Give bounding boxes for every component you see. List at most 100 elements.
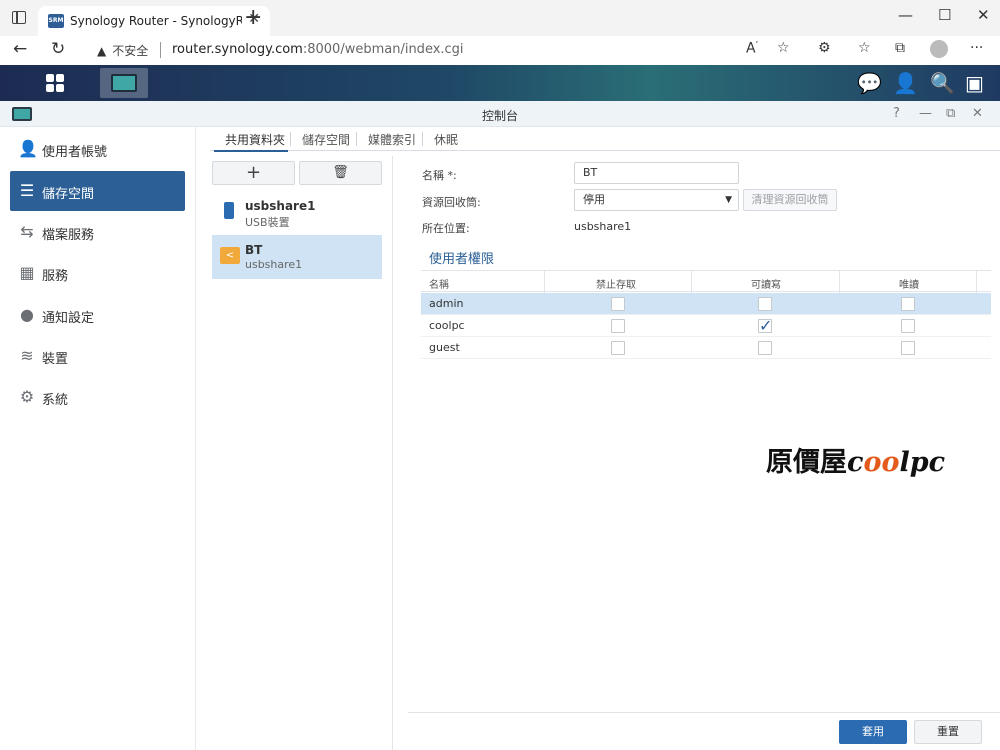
warning-icon: ▲ — [97, 44, 107, 58]
read-only-checkbox[interactable] — [901, 297, 915, 311]
sidebar-item-user-accounts[interactable]: 👤 使用者帳號 — [10, 129, 185, 169]
sidebar-item-system[interactable]: ⚙ 系統 — [10, 377, 185, 417]
sidebar-item-storage[interactable]: ☰ 儲存空間 — [10, 171, 185, 211]
sidebar-item-label: 儲存空間 — [42, 187, 95, 202]
security-label: 不安全 — [112, 44, 149, 58]
column-header-read-write[interactable]: 可讀寫 — [751, 276, 781, 291]
search-icon[interactable]: 🔍 — [930, 72, 955, 94]
favorite-add-icon[interactable]: ☆ — [777, 40, 790, 56]
refresh-icon[interactable]: ↻ — [51, 39, 65, 59]
router-icon: ≋ — [20, 346, 34, 365]
user-icon: 👤 — [18, 139, 38, 158]
sidebar-item-label: 裝置 — [42, 352, 69, 367]
recycle-bin-label: 資源回收筒: — [422, 196, 481, 209]
sidebar: 👤 使用者帳號 ☰ 儲存空間 ⇆ 檔案服務 ▦ 服務 ● 通知設定 ≋ 裝置 ⚙… — [0, 127, 196, 750]
table-row[interactable]: admin — [421, 293, 991, 315]
row-user-name: guest — [429, 341, 460, 354]
window-title: 控制台 — [481, 109, 518, 123]
deny-checkbox[interactable] — [611, 319, 625, 333]
widgets-icon[interactable]: ▣ — [965, 72, 984, 94]
table-header: 名稱 禁止存取 可讀寫 唯讀 — [421, 270, 991, 293]
row-user-name: admin — [429, 297, 464, 310]
control-panel-taskbar-icon[interactable] — [100, 68, 148, 98]
window-minimize-icon[interactable]: — — [919, 106, 932, 121]
sidebar-item-services[interactable]: ▦ 服務 — [10, 253, 185, 293]
usb-drive-icon — [224, 202, 234, 219]
more-options-icon[interactable]: ··· — [970, 40, 983, 56]
table-row[interactable]: guest — [421, 337, 991, 359]
recycle-bin-select[interactable]: 停用 — [574, 189, 739, 211]
sidebar-item-label: 系統 — [42, 393, 69, 408]
url-field[interactable]: router.synology.com:8000/webman/index.cg… — [172, 42, 464, 57]
minimize-icon[interactable]: — — [898, 6, 913, 24]
maximize-icon[interactable]: ☐ — [938, 6, 951, 24]
active-tab-indicator — [214, 150, 288, 152]
apply-button[interactable]: 套用 — [839, 720, 907, 744]
delete-folder-button[interactable]: 🗑 — [299, 161, 382, 185]
sidebar-item-file-services[interactable]: ⇆ 檔案服務 — [10, 212, 185, 252]
security-indicator[interactable]: ▲ 不安全 — [97, 42, 148, 59]
column-header-read-only[interactable]: 唯讀 — [899, 276, 919, 291]
synology-favicon-icon: SRM — [48, 14, 64, 28]
back-icon[interactable]: ← — [13, 39, 27, 59]
tab-media-index[interactable]: 媒體索引 — [368, 131, 416, 148]
deny-checkbox[interactable] — [611, 297, 625, 311]
list-item-bt[interactable]: < BT usbshare1 — [212, 235, 382, 279]
list-item-sub: USB裝置 — [245, 216, 290, 229]
sidebar-item-notifications[interactable]: ● 通知設定 — [10, 295, 185, 335]
tab-divider — [422, 132, 423, 146]
location-label: 所在位置: — [422, 222, 470, 235]
window-close-icon[interactable]: ✕ — [972, 106, 983, 121]
tab-shared-folders[interactable]: 共用資料夾 — [225, 131, 285, 148]
read-aloud-icon[interactable]: Aʼ — [746, 40, 758, 57]
tab-divider — [356, 132, 357, 146]
tab-strip: 共用資料夾 儲存空間 媒體索引 休眠 — [210, 127, 1000, 151]
empty-recycle-bin-button[interactable]: 清理資源回收筒 — [743, 189, 837, 211]
name-field[interactable]: BT — [574, 162, 739, 184]
column-divider — [691, 271, 692, 293]
shared-folder-icon: < — [220, 247, 240, 264]
url-path: :8000/webman/index.cgi — [302, 42, 464, 57]
browser-tab-title: Synology Router - SynologyRouter — [70, 14, 242, 28]
sidebar-item-devices[interactable]: ≋ 裝置 — [10, 336, 185, 376]
read-write-checkbox[interactable] — [758, 341, 772, 355]
url-host: router.synology.com — [172, 42, 303, 57]
sidebar-item-label: 檔案服務 — [42, 228, 95, 243]
main-menu-icon[interactable] — [30, 65, 80, 101]
user-icon[interactable]: 👤 — [893, 72, 918, 94]
close-window-icon[interactable]: ✕ — [977, 6, 990, 24]
column-header-name[interactable]: 名稱 — [429, 276, 449, 291]
favorites-icon[interactable]: ☆ — [858, 40, 871, 56]
location-value: usbshare1 — [574, 220, 632, 233]
add-folder-button[interactable]: + — [212, 161, 295, 185]
address-divider — [160, 42, 161, 58]
new-tab-icon[interactable]: + — [244, 6, 262, 30]
column-header-deny[interactable]: 禁止存取 — [596, 276, 636, 291]
tab-hibernation[interactable]: 休眠 — [434, 131, 458, 148]
extensions-icon[interactable]: ⚙ — [818, 40, 831, 56]
read-write-checkbox[interactable] — [758, 316, 772, 335]
section-title: 使用者權限 — [429, 252, 495, 267]
profile-avatar[interactable] — [930, 40, 948, 58]
sidebar-item-label: 服務 — [42, 269, 69, 284]
shared-folder-list: + 🗑 usbshare1 USB裝置 < BT usbshare1 — [210, 156, 393, 750]
tab-actions-icon[interactable] — [12, 11, 26, 24]
collections-icon[interactable]: ⧉ — [895, 40, 905, 56]
chat-icon: ● — [20, 305, 34, 324]
browser-tab[interactable]: SRM Synology Router - SynologyRouter ✕ — [38, 6, 270, 36]
list-item-usbshare1[interactable]: usbshare1 USB裝置 — [212, 191, 382, 235]
read-only-checkbox[interactable] — [901, 341, 915, 355]
reset-button[interactable]: 重置 — [914, 720, 982, 744]
gear-icon: ⚙ — [19, 387, 35, 406]
database-icon: ☰ — [19, 181, 35, 200]
table-row[interactable]: coolpc — [421, 315, 991, 337]
window-restore-icon[interactable]: ⧉ — [946, 106, 955, 121]
tab-storage[interactable]: 儲存空間 — [302, 131, 350, 148]
help-icon[interactable]: ? — [893, 106, 900, 121]
read-only-checkbox[interactable] — [901, 319, 915, 333]
sidebar-item-label: 通知設定 — [42, 311, 95, 326]
read-write-checkbox[interactable] — [758, 297, 772, 311]
deny-checkbox[interactable] — [611, 341, 625, 355]
row-user-name: coolpc — [429, 319, 465, 332]
chat-icon[interactable]: 💬 — [857, 72, 882, 94]
